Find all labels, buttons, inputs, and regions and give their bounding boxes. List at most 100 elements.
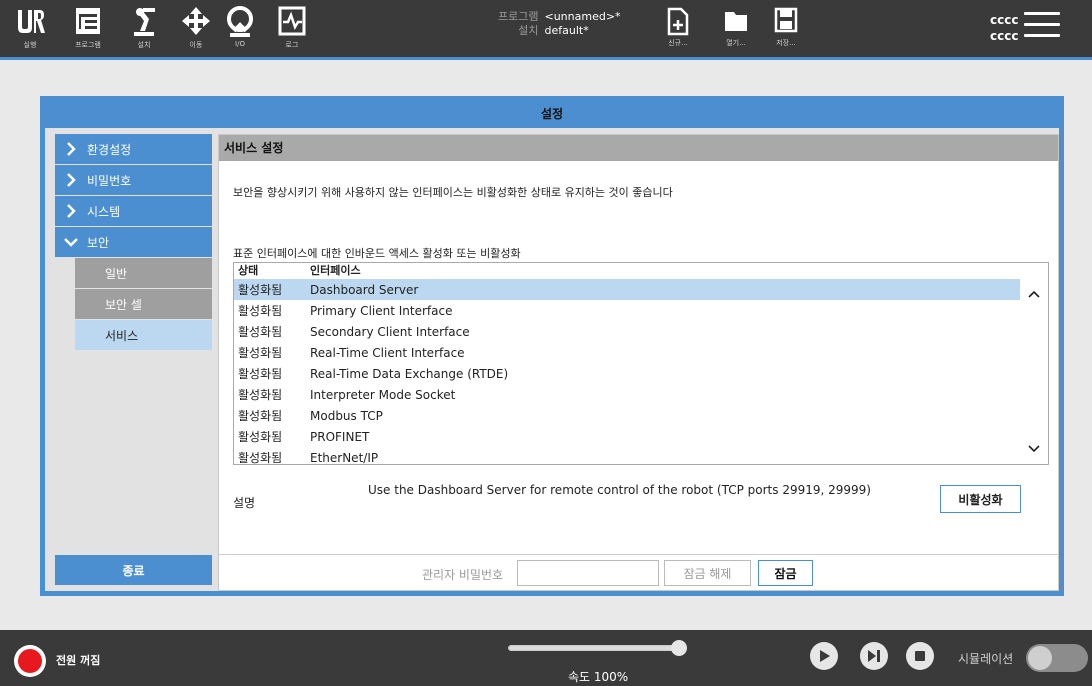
- install-value: default*: [544, 24, 589, 37]
- io-icon: [227, 6, 253, 37]
- new-file-button[interactable]: 신규...: [658, 6, 698, 58]
- interfaces-table: 상태 인터페이스 활성화됨 Dashboard Server 활성화됨 Primar…: [233, 262, 1049, 465]
- nav-run-label: 실행: [23, 41, 37, 49]
- step-button[interactable]: [860, 642, 888, 670]
- sidebar-item-label: 환경설정: [87, 142, 132, 157]
- save-icon: [774, 7, 798, 33]
- table-row[interactable]: 활성화됨 PROFINET: [234, 426, 1020, 447]
- user-info: cccc cccc: [990, 12, 1018, 44]
- admin-lock-bar: 관리자 비밀번호 잠금 해제 잠금: [219, 554, 1058, 590]
- open-button[interactable]: 열기...: [716, 6, 756, 58]
- user-line-2: cccc: [990, 29, 1019, 43]
- user-line-1: cccc: [990, 13, 1019, 27]
- install-key: 설치: [518, 24, 539, 37]
- nav-log[interactable]: 로그: [270, 4, 314, 58]
- table-row[interactable]: 활성화됨 Secondary Client Interface: [234, 321, 1020, 342]
- row-interface: EtherNet/IP: [310, 450, 379, 465]
- program-value: <unnamed>*: [544, 10, 621, 23]
- exit-button[interactable]: 종료: [55, 555, 212, 585]
- table-row[interactable]: 활성화됨 Real-Time Client Interface: [234, 342, 1020, 363]
- chevron-right-icon: [67, 204, 76, 218]
- row-interface: Secondary Client Interface: [310, 324, 470, 339]
- row-interface: Interpreter Mode Socket: [310, 387, 456, 402]
- sidebar-item-security[interactable]: 보안: [55, 227, 212, 257]
- admin-password-input[interactable]: [517, 560, 659, 586]
- chevron-down-icon: [1028, 445, 1040, 453]
- scroll-up-button[interactable]: [1020, 279, 1048, 309]
- nav-program[interactable]: 프로그램: [66, 4, 110, 58]
- table-row[interactable]: 활성화됨 EtherNet/IP: [234, 447, 1020, 465]
- nav-install[interactable]: 설치: [122, 4, 166, 58]
- table-row[interactable]: 활성화됨 Primary Client Interface: [234, 300, 1020, 321]
- sidebar-item-preferences[interactable]: 환경설정: [55, 134, 212, 164]
- row-interface: Real-Time Data Exchange (RTDE): [310, 366, 509, 381]
- description-label: 설명: [233, 496, 256, 510]
- program-icon: [76, 8, 100, 34]
- program-key: 프로그램: [498, 10, 539, 23]
- table-row[interactable]: 활성화됨 Modbus TCP: [234, 405, 1020, 426]
- disable-button[interactable]: 비활성화: [940, 485, 1021, 513]
- new-file-label: 신규...: [668, 39, 688, 47]
- row-status: 활성화됨: [238, 430, 283, 444]
- row-interface: Real-Time Client Interface: [310, 345, 465, 360]
- nav-move[interactable]: 이동: [174, 4, 218, 58]
- settings-sidebar: 환경설정 비밀번호 시스템 보안 일반 보안 셀 서비스: [55, 134, 212, 351]
- admin-password-label: 관리자 비밀번호: [422, 568, 504, 582]
- move-arrows-icon: [182, 7, 210, 35]
- power-status-label: 전원 꺼짐: [56, 654, 101, 667]
- toggle-knob: [1028, 646, 1052, 670]
- row-status: 활성화됨: [238, 409, 283, 423]
- row-interface: Primary Client Interface: [310, 303, 453, 318]
- play-button[interactable]: [810, 642, 838, 670]
- row-interface: PROFINET: [310, 429, 370, 444]
- row-status: 활성화됨: [238, 451, 283, 465]
- row-status: 활성화됨: [238, 346, 283, 360]
- speed-label: 속도 100%: [568, 670, 629, 684]
- stop-button[interactable]: [906, 642, 934, 670]
- power-button[interactable]: [14, 645, 46, 677]
- scroll-down-button[interactable]: [1020, 434, 1048, 464]
- robot-arm-icon: [134, 8, 155, 36]
- sidebar-item-label: 비밀번호: [87, 173, 132, 188]
- chevron-right-icon: [67, 142, 76, 156]
- dialog-title: 설정: [45, 101, 1059, 128]
- simulation-toggle[interactable]: [1026, 644, 1088, 672]
- table-row[interactable]: 활성화됨 Dashboard Server: [234, 279, 1020, 300]
- table-subtitle: 표준 인터페이스에 대한 인바운드 액세스 활성화 또는 비활성화: [233, 247, 521, 260]
- nav-program-label: 프로그램: [75, 41, 101, 49]
- description-text: Use the Dashboard Server for remote cont…: [368, 483, 871, 497]
- row-status: 활성화됨: [238, 304, 283, 318]
- nav-io-label: I/O: [235, 40, 245, 48]
- speed-slider-fill: [509, 646, 683, 650]
- nav-io[interactable]: I/O: [218, 4, 262, 58]
- unlock-button[interactable]: 잠금 해제: [664, 560, 751, 586]
- save-label: 저장...: [776, 39, 796, 47]
- sidebar-subitem-safety-cell[interactable]: 보안 셀: [75, 289, 212, 319]
- settings-dialog: 설정 환경설정 비밀번호 시스템 보안 일반 보안 셀 서비스 종료 서비스 설…: [40, 96, 1064, 596]
- row-interface: Modbus TCP: [310, 408, 383, 423]
- new-file-icon: [667, 7, 689, 36]
- speed-slider[interactable]: [508, 640, 687, 656]
- table-row[interactable]: 활성화됨 Interpreter Mode Socket: [234, 384, 1020, 405]
- footer-bar: 전원 꺼짐 속도 100% 시뮬레이션: [0, 630, 1092, 686]
- chevron-right-icon: [67, 173, 76, 187]
- table-row[interactable]: 활성화됨 Real-Time Data Exchange (RTDE): [234, 363, 1020, 384]
- sidebar-item-system[interactable]: 시스템: [55, 196, 212, 226]
- open-folder-icon: [725, 12, 747, 31]
- open-label: 열기...: [726, 39, 746, 47]
- chevron-down-icon: [64, 238, 78, 247]
- row-interface: Dashboard Server: [310, 282, 419, 297]
- scrollbar-track[interactable]: [1020, 309, 1048, 435]
- row-status: 활성화됨: [238, 325, 283, 339]
- nav-log-label: 로그: [285, 41, 299, 49]
- sidebar-subitem-general[interactable]: 일반: [75, 258, 212, 288]
- nav-run[interactable]: 실행: [8, 4, 52, 58]
- save-button[interactable]: 저장...: [766, 6, 806, 58]
- sidebar-item-password[interactable]: 비밀번호: [55, 165, 212, 195]
- hamburger-menu-icon[interactable]: [1024, 12, 1060, 44]
- row-status: 활성화됨: [238, 388, 283, 402]
- sidebar-subitem-services[interactable]: 서비스: [75, 320, 212, 350]
- play-icon: [820, 650, 830, 662]
- lock-button[interactable]: 잠금: [758, 560, 813, 586]
- speed-slider-handle[interactable]: [671, 640, 687, 656]
